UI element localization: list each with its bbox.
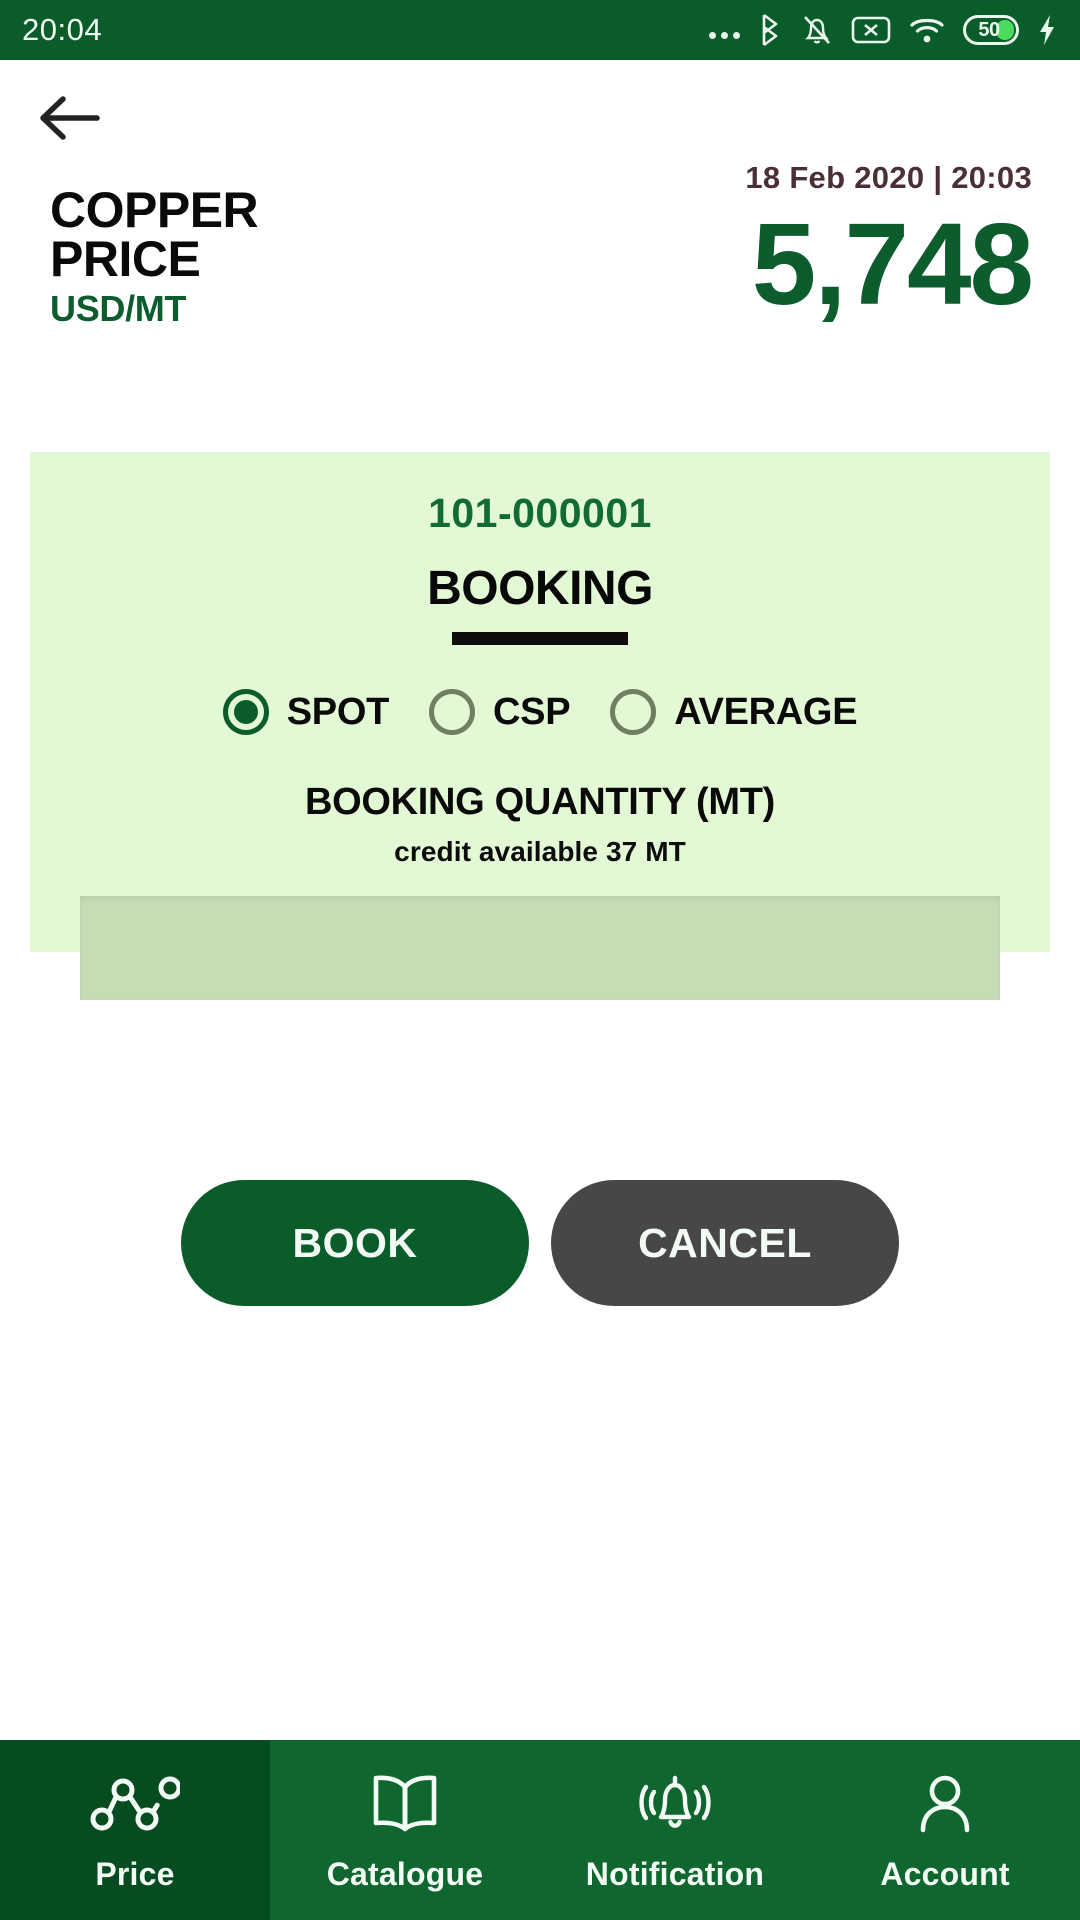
app-screen: 20:04 50 18 Feb 2020 | 20:03 COPPER PRIC…: [0, 0, 1080, 1920]
status-bar: 20:04 50: [0, 0, 1080, 60]
booking-quantity-label: BOOKING QUANTITY (MT): [304, 781, 776, 823]
sim-x-icon: [851, 14, 891, 46]
page-title: COPPER PRICE: [50, 182, 259, 287]
battery-icon: 50: [963, 15, 1019, 45]
nav-item-account[interactable]: Account: [810, 1740, 1080, 1920]
nav-item-catalogue[interactable]: Catalogue: [270, 1740, 540, 1920]
open-book-icon: [369, 1768, 441, 1840]
radio-label-spot: SPOT: [286, 690, 390, 733]
line-chart-nodes-icon: [90, 1768, 180, 1840]
booking-reference: 101-000001: [428, 490, 652, 536]
nav-label-notification: Notification: [585, 1855, 765, 1892]
action-button-row: BOOK CANCEL: [0, 1180, 1080, 1306]
price-unit-label: USD/MT: [50, 288, 187, 329]
price-type-radio-group: SPOT CSP AVERAGE: [30, 689, 1050, 735]
person-icon: [912, 1768, 978, 1840]
booking-quantity-input[interactable]: [80, 896, 1000, 1000]
status-bar-clock: 20:04: [22, 12, 103, 47]
nav-item-price[interactable]: Price: [0, 1740, 270, 1920]
bell-muted-icon: [800, 13, 834, 47]
radio-indicator-average[interactable]: [610, 689, 657, 735]
radio-option-csp[interactable]: CSP: [429, 689, 571, 735]
radio-label-average: AVERAGE: [674, 690, 858, 733]
price-timestamp: 18 Feb 2020 | 20:03: [745, 160, 1032, 195]
radio-indicator-spot[interactable]: [222, 689, 269, 735]
book-button[interactable]: BOOK: [181, 1180, 529, 1306]
wifi-icon: [908, 14, 946, 46]
status-bar-icons: 50: [709, 13, 1058, 47]
nav-label-catalogue: Catalogue: [326, 1855, 484, 1892]
cancel-button[interactable]: CANCEL: [551, 1180, 899, 1306]
radio-option-spot[interactable]: SPOT: [222, 689, 390, 735]
radio-indicator-csp[interactable]: [429, 689, 475, 735]
bell-ringing-icon: [636, 1768, 714, 1840]
back-arrow-icon: [40, 96, 100, 140]
booking-card: 101-000001 BOOKING SPOT CSP AVERAGE BOOK…: [30, 452, 1050, 1000]
charging-bolt-icon: [1036, 13, 1058, 47]
nav-item-notification[interactable]: Notification: [540, 1740, 810, 1920]
heading-underline: [452, 632, 628, 645]
booking-card-heading: BOOKING: [427, 562, 653, 615]
nav-label-account: Account: [880, 1855, 1010, 1892]
back-button[interactable]: [26, 78, 112, 158]
overflow-dots-icon: [709, 16, 740, 44]
bottom-navigation: Price Catalogue Notification Account: [0, 1740, 1080, 1920]
current-price-value: 5,748: [751, 199, 1034, 329]
bluetooth-icon: [757, 13, 783, 47]
radio-option-average[interactable]: AVERAGE: [610, 689, 858, 735]
nav-label-price: Price: [95, 1855, 175, 1892]
radio-label-csp: CSP: [493, 690, 571, 733]
credit-available-note: credit available 37 MT: [394, 836, 686, 867]
